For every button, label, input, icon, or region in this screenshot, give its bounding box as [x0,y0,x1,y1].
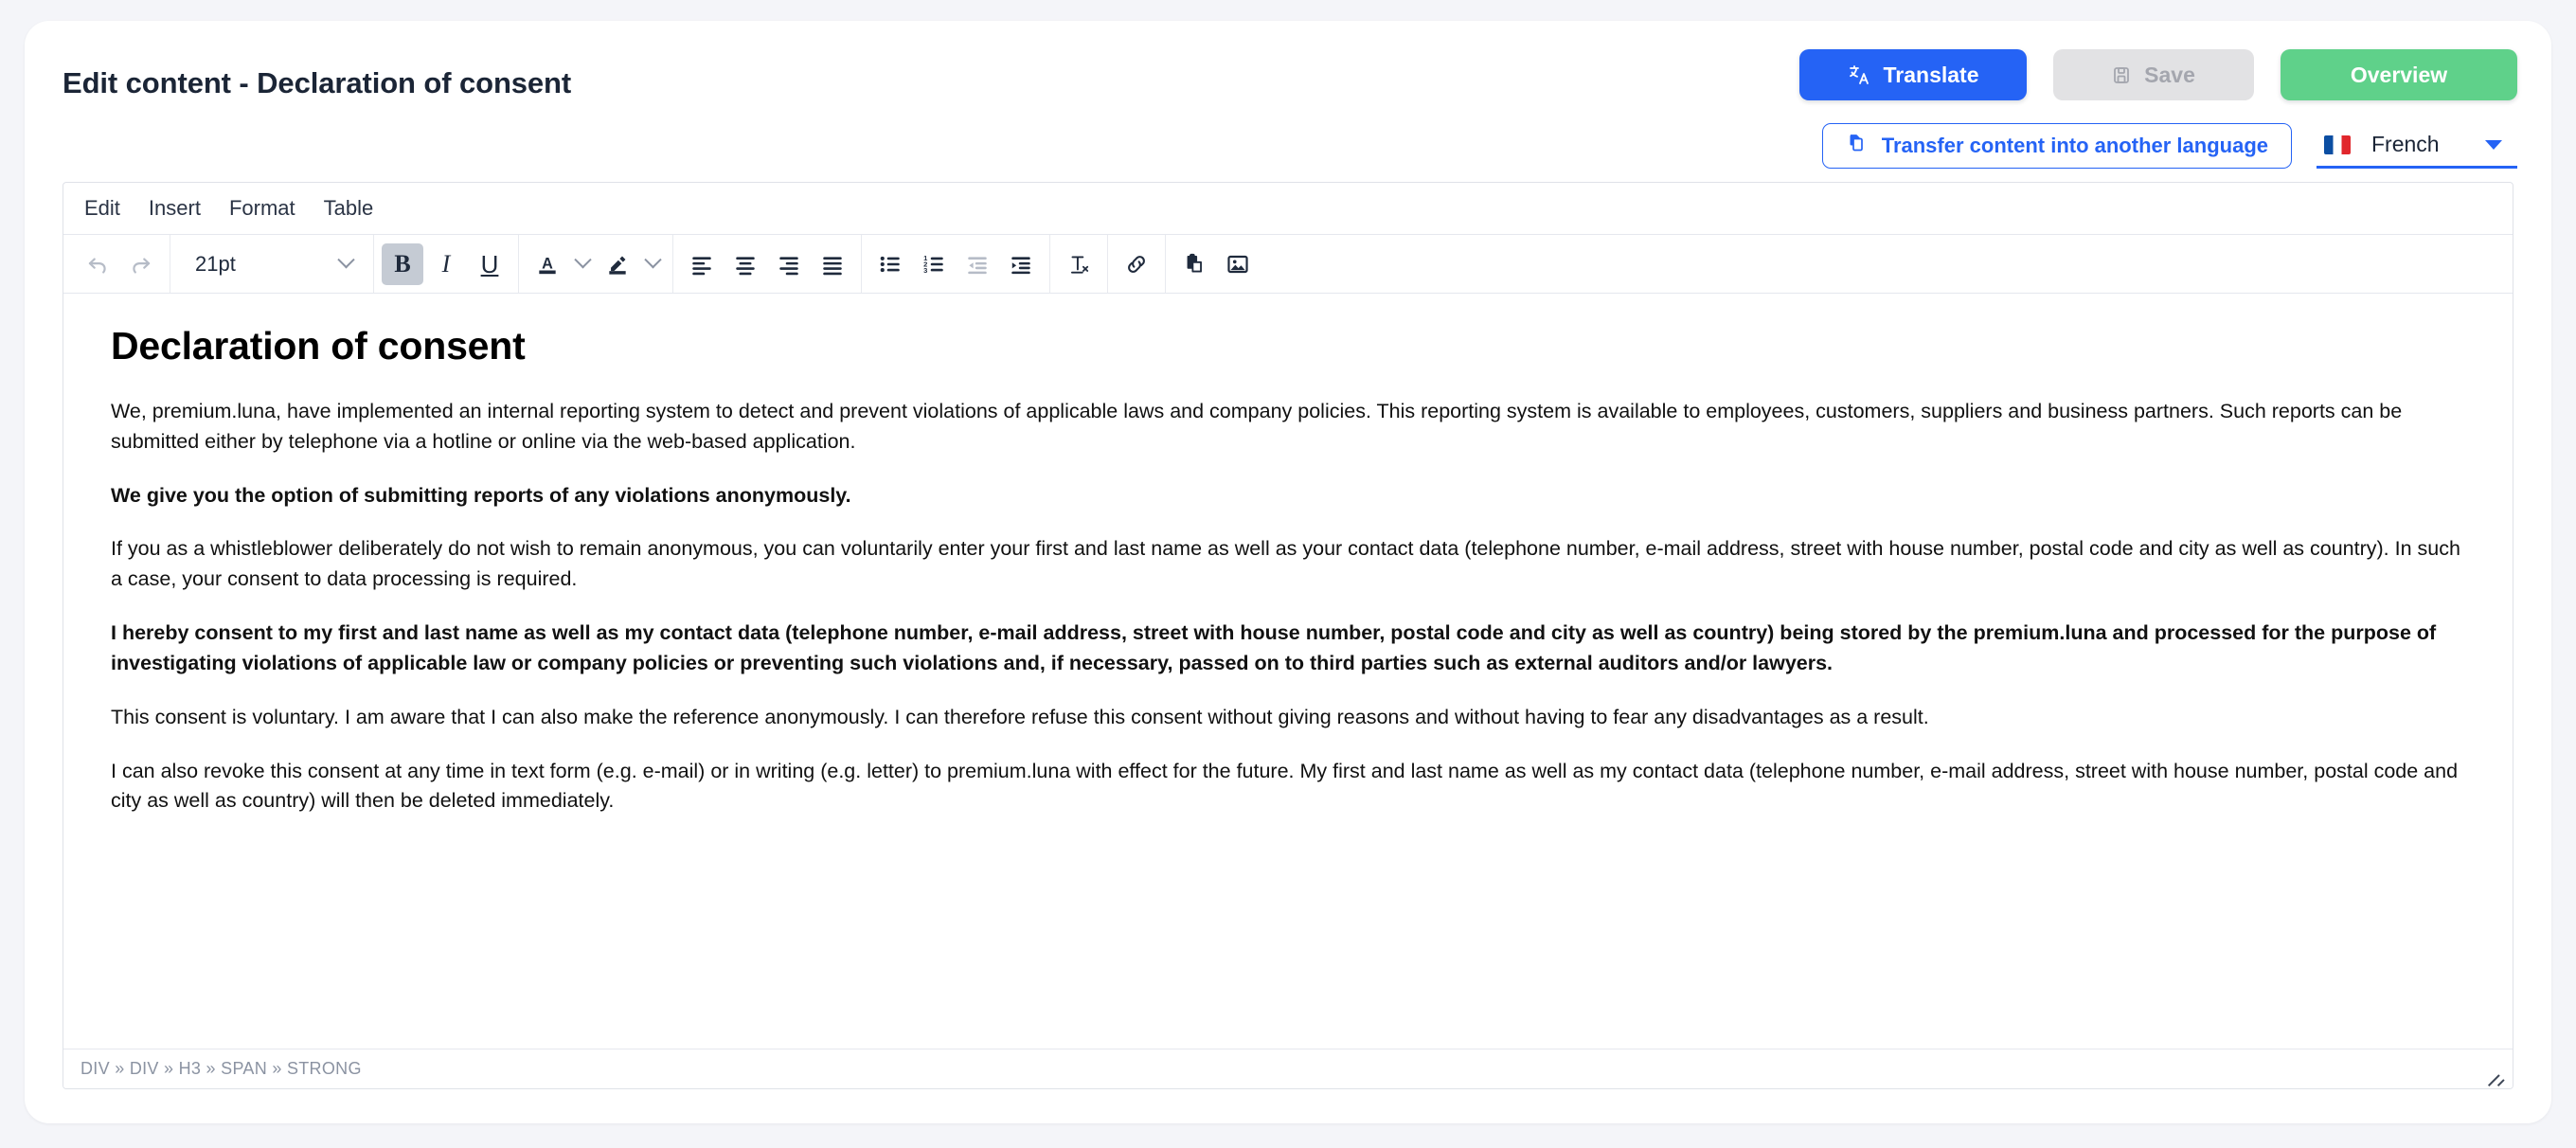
highlight-color-button[interactable] [597,243,638,285]
transfer-content-button[interactable]: Transfer content into another language [1821,123,2292,169]
chevron-down-icon [2485,139,2502,150]
toolbar-group-history [69,235,170,293]
clear-formatting-icon [1070,255,1089,274]
menu-format[interactable]: Format [218,190,307,226]
align-right-button[interactable] [768,243,810,285]
language-dropdown[interactable]: French [2317,123,2517,169]
align-center-icon [736,256,755,275]
numbered-list-button[interactable]: 1 2 3 [913,243,955,285]
page-title: Edit content - Declaration of consent [63,66,572,99]
align-justify-icon [823,256,842,275]
app-root: Edit content - Declaration of consent Tr… [0,0,2576,1148]
translate-button-label: Translate [1883,62,1979,87]
toolbar-group-lists: 1 2 3 [862,235,1050,293]
image-icon [1227,255,1248,273]
text-color-icon: A [542,255,553,272]
save-button[interactable]: Save [2053,49,2254,100]
align-right-icon [779,256,798,275]
transfer-content-label: Transfer content into another language [1881,134,2268,157]
fr-flag-icon [2324,135,2351,154]
editor-toolbar: 21pt B I U A 1 2 3 [63,235,2513,294]
font-size-value: 21pt [195,251,236,276]
document-paragraph: This consent is voluntary. I am aware th… [111,705,1929,728]
toolbar-group-textstyle: B I U [374,235,519,293]
save-button-label: Save [2144,62,2195,87]
outdent-icon [968,256,987,274]
align-left-icon [692,256,711,275]
translate-button[interactable]: Translate [1799,49,2027,100]
insert-link-button[interactable] [1116,243,1157,285]
save-icon [2112,65,2131,85]
align-center-button[interactable] [724,243,766,285]
align-justify-button[interactable] [812,243,853,285]
toolbar-group-link [1108,235,1166,293]
bold-icon: B [394,249,411,278]
link-icon [1128,255,1145,273]
document-paragraph: If you as a whistleblower deliberately d… [111,537,2460,591]
text-color-chevron-down-icon[interactable] [570,243,595,285]
outdent-button[interactable] [957,243,998,285]
translate-icon [1848,63,1870,86]
chevron-down-icon [337,251,355,269]
page-header: Edit content - Declaration of consent Tr… [25,21,2551,180]
italic-button[interactable]: I [425,243,467,285]
toolbar-group-align [673,235,862,293]
document-heading: Declaration of consent [111,324,526,368]
numbered-list-icon: 1 2 3 [923,253,943,274]
document-paragraph: I can also revoke this consent at any ti… [111,759,2459,813]
underline-button[interactable]: U [469,243,510,285]
toolbar-group-colors: A [519,235,673,293]
copy-document-icon [1846,133,1867,159]
bold-button[interactable]: B [382,242,423,285]
editor-content-area[interactable]: Declaration of consent We, premium.luna,… [63,294,2513,1049]
underline-icon: U [480,249,499,278]
highlight-icon [609,256,626,275]
indent-button[interactable] [1000,243,1042,285]
content-card: Edit content - Declaration of consent Tr… [25,21,2551,1123]
resize-handle[interactable] [2482,1060,2505,1086]
svg-text:3: 3 [923,265,927,274]
language-row: Transfer content into another language F… [1821,123,2517,169]
undo-icon[interactable] [77,243,118,285]
italic-icon: I [441,249,451,278]
toolbar-group-insert [1166,235,1266,293]
insert-image-button[interactable] [1217,243,1259,285]
font-size-select[interactable]: 21pt [182,243,362,285]
document-paragraph: We give you the option of submitting rep… [111,483,851,507]
toolbar-group-clear [1050,235,1108,293]
editor-menubar: Edit Insert Format Table [63,183,2513,235]
paste-button[interactable] [1173,243,1215,285]
indent-icon [1011,256,1030,274]
clear-formatting-button[interactable] [1058,243,1100,285]
document-paragraph: We, premium.luna, have implemented an in… [111,400,2403,453]
bullet-list-icon [880,256,900,272]
highlight-color-chevron-down-icon[interactable] [640,243,665,285]
document-paragraph: I hereby consent to my first and last na… [111,621,2437,674]
toolbar-group-fontsize: 21pt [170,235,374,293]
overview-button[interactable]: Overview [2281,49,2517,100]
header-actions: Translate Save Overview [1799,49,2517,100]
bullet-list-button[interactable] [869,243,911,285]
menu-table[interactable]: Table [313,190,385,226]
align-left-button[interactable] [681,243,723,285]
rich-text-editor: Edit Insert Format Table 21pt B I U A 1 … [63,182,2513,1089]
paste-icon [1187,253,1202,273]
redo-icon[interactable] [120,243,162,285]
overview-button-label: Overview [2350,62,2448,87]
text-color-button[interactable]: A [527,243,568,285]
language-selected-value: French [2371,132,2440,156]
menu-insert[interactable]: Insert [137,190,212,226]
menu-edit[interactable]: Edit [73,190,132,226]
element-path[interactable]: DIV » DIV » H3 » SPAN » STRONG [80,1059,362,1079]
editor-statusbar: DIV » DIV » H3 » SPAN » STRONG [63,1049,2513,1088]
